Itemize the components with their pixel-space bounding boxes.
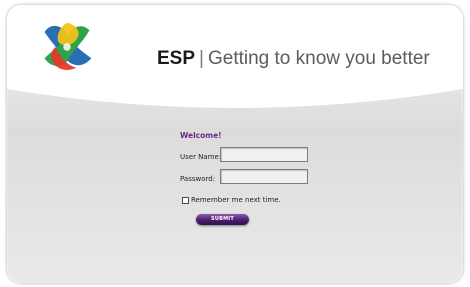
username-input[interactable] bbox=[220, 147, 308, 162]
submit-button[interactable]: SUBMIT bbox=[196, 214, 249, 225]
username-label: User Name: bbox=[180, 153, 222, 161]
remember-me-label: Remember me next time. bbox=[191, 196, 281, 204]
welcome-heading: Welcome! bbox=[180, 131, 222, 140]
password-input[interactable] bbox=[220, 169, 308, 184]
password-label: Password: bbox=[180, 175, 216, 183]
brand-separator: | bbox=[199, 48, 204, 69]
esp-logo-icon bbox=[44, 22, 92, 70]
brand-tagline: Getting to know you better bbox=[207, 48, 430, 69]
brand-title: ESP | Getting to know you better bbox=[157, 48, 430, 70]
brand-name: ESP bbox=[157, 48, 196, 69]
remember-me-checkbox[interactable] bbox=[182, 196, 189, 204]
login-card: ESP | Getting to know you better Welcome! … bbox=[7, 5, 463, 283]
remember-me-row[interactable]: Remember me next time. bbox=[182, 196, 281, 204]
